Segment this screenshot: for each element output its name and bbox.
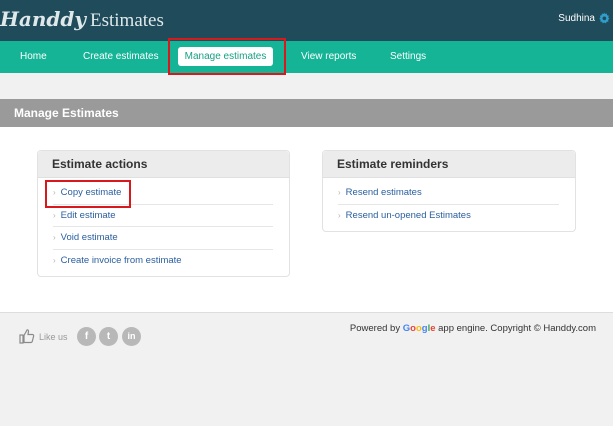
estimate-reminders-panel: Estimate reminders › Resend estimates › Re…: [322, 150, 576, 232]
logo[interactable]: Handdy Estimates: [0, 7, 164, 32]
chevron-right-icon: ›: [338, 188, 341, 197]
powered-suffix: app engine. Copyright © Handdy.com: [438, 323, 596, 334]
reminder-resend-unopened[interactable]: › Resend un-opened Estimates: [338, 205, 559, 228]
gear-icon[interactable]: [597, 10, 611, 26]
nav-view-reports[interactable]: View reports: [301, 41, 356, 73]
google-logo: Google: [403, 323, 436, 334]
action-label: Edit estimate: [60, 209, 116, 221]
highlight-box-copy: [45, 180, 131, 208]
action-create-invoice[interactable]: › Create invoice from estimate: [53, 250, 273, 273]
nav-create-estimates[interactable]: Create estimates: [83, 41, 159, 73]
reminder-label: Resend un-opened Estimates: [345, 209, 471, 221]
estimate-reminders-title: Estimate reminders: [323, 151, 575, 178]
highlight-box-nav: [168, 38, 286, 75]
nav-home[interactable]: Home: [20, 41, 47, 73]
chevron-right-icon: ›: [338, 210, 341, 220]
nav-settings[interactable]: Settings: [390, 41, 426, 73]
action-void-estimate[interactable]: › Void estimate: [53, 227, 273, 250]
main-nav: Home Create estimates View reports Setti…: [0, 41, 613, 73]
footer: Like us f t in Powered by Google app eng…: [0, 314, 613, 426]
action-label: Create invoice from estimate: [60, 254, 182, 266]
logo-brand: Handdy: [0, 7, 86, 31]
twitter-icon[interactable]: t: [99, 327, 118, 346]
username[interactable]: Sudhina: [558, 13, 595, 24]
chevron-right-icon: ›: [53, 210, 56, 220]
logo-subtitle: Estimates: [90, 10, 164, 31]
action-label: Void estimate: [60, 232, 118, 243]
linkedin-icon[interactable]: in: [122, 327, 141, 346]
top-bar: Handdy Estimates Sudhina: [0, 0, 613, 41]
like-us-label: Like us: [39, 332, 68, 342]
chevron-right-icon: ›: [53, 255, 56, 265]
thumbs-up-icon: [19, 329, 35, 344]
reminder-resend-estimates[interactable]: › Resend estimates: [338, 182, 559, 205]
estimate-reminders-list: › Resend estimates › Resend un-opened Esti…: [323, 178, 575, 227]
estimate-actions-title: Estimate actions: [38, 151, 289, 178]
powered-by-text: Powered by Google app engine. Copyright …: [350, 323, 596, 334]
page-title: Manage Estimates: [0, 99, 613, 127]
powered-prefix: Powered by: [349, 323, 401, 334]
google-letter: e: [430, 323, 436, 334]
reminder-label: Resend estimates: [345, 187, 422, 198]
estimate-actions-panel: Estimate actions › Copy estimate › Edit es…: [37, 150, 290, 277]
facebook-icon[interactable]: f: [77, 327, 96, 346]
chevron-right-icon: ›: [53, 233, 56, 242]
